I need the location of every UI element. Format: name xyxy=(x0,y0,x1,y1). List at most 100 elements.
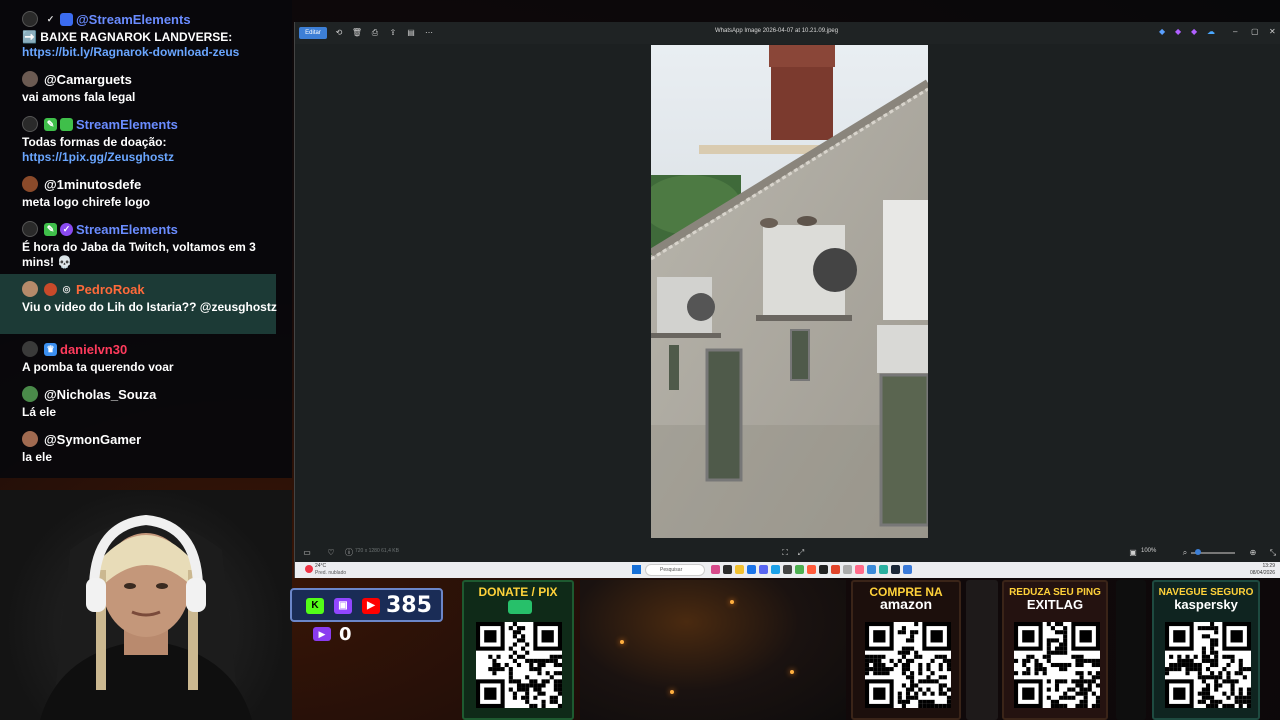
weather-icon[interactable] xyxy=(305,565,313,573)
qr-module xyxy=(901,703,906,708)
zoom-slider-handle[interactable] xyxy=(1195,549,1201,555)
qr-module xyxy=(1246,687,1251,692)
qr-module xyxy=(516,638,522,643)
qr-module xyxy=(901,626,906,631)
obs-icon[interactable] xyxy=(819,565,828,574)
qr-module xyxy=(1034,667,1039,672)
qr-module xyxy=(1222,654,1227,659)
qr-module xyxy=(1238,691,1243,696)
qr-module xyxy=(545,679,550,684)
exitlag-qr-card: REDUZA SEU PING EXITLAG xyxy=(1002,580,1108,720)
fullscreen-icon[interactable]: ⤢ xyxy=(795,547,807,559)
qr-module xyxy=(1169,662,1174,668)
actual-size-icon[interactable]: ▣ xyxy=(1127,547,1139,559)
taskbar-app-icon[interactable] xyxy=(807,565,816,574)
qr-module xyxy=(910,687,915,692)
fit-icon[interactable]: ⛶ xyxy=(779,547,791,559)
qr-module xyxy=(1079,654,1084,659)
qr-module xyxy=(1083,703,1088,708)
taskbar-date[interactable]: 08/04/2026 xyxy=(1250,570,1275,576)
minimize-icon[interactable]: – xyxy=(1233,27,1237,36)
taskbar-app-icon[interactable] xyxy=(867,565,876,574)
qr-module xyxy=(1075,679,1080,684)
qr-module xyxy=(1050,650,1055,655)
more-icon[interactable]: ⋯ xyxy=(423,27,435,39)
rotate-icon[interactable]: ⟲ xyxy=(333,27,345,39)
taskbar-app-icon[interactable] xyxy=(831,565,840,574)
taskbar-time[interactable]: 13:29 xyxy=(1262,563,1275,569)
qr-module xyxy=(516,687,522,692)
qr-module xyxy=(910,675,915,680)
chrome-icon[interactable] xyxy=(795,565,804,574)
discord-icon[interactable] xyxy=(759,565,768,574)
edit-button[interactable]: Editar xyxy=(299,27,327,39)
edge-icon[interactable] xyxy=(771,565,780,574)
taskbar-app-icon[interactable] xyxy=(855,565,864,574)
zoom-level[interactable]: 100% xyxy=(1141,548,1156,554)
qr-module xyxy=(1083,658,1088,663)
maximize-icon[interactable]: ▢ xyxy=(1251,27,1259,36)
delete-icon[interactable]: 🗑 xyxy=(351,27,363,39)
chat-link[interactable]: https://1pix.gg/Zeusghostz xyxy=(22,150,284,165)
app-icon[interactable]: ◆ xyxy=(1159,27,1165,36)
chat-link[interactable]: https://bit.ly/Ragnarok-download-zeus xyxy=(22,45,284,60)
app-icon[interactable]: ◆ xyxy=(1175,27,1181,36)
qr-module xyxy=(926,679,931,684)
filmstrip-icon[interactable]: ▭ xyxy=(301,547,313,559)
qr-module xyxy=(897,699,902,704)
qr-module xyxy=(1071,654,1076,659)
info-icon[interactable]: ⓘ xyxy=(343,547,355,559)
taskbar-search[interactable]: Pesquisar xyxy=(645,564,705,576)
taskbar-app-icon[interactable] xyxy=(783,565,792,574)
taskbar-app-icon[interactable] xyxy=(723,565,732,574)
app-icon[interactable]: ◆ xyxy=(1191,27,1197,36)
folder-icon[interactable] xyxy=(735,565,744,574)
qr-module xyxy=(1046,650,1051,655)
avatar xyxy=(22,281,38,297)
qr-module xyxy=(1214,662,1219,668)
qr-module xyxy=(934,679,939,684)
print-icon[interactable]: ⎙ xyxy=(369,27,381,39)
qr-module xyxy=(910,658,915,663)
qr-module xyxy=(508,626,513,631)
zoom-out-icon[interactable]: ⌕ xyxy=(1179,547,1191,559)
qr-module xyxy=(1054,646,1060,651)
favorite-icon[interactable]: ♡ xyxy=(325,547,337,559)
qr-code xyxy=(476,622,562,708)
qr-module xyxy=(910,638,915,643)
qr-module xyxy=(1238,671,1243,676)
zoom-in-icon[interactable]: ⊕ xyxy=(1247,547,1259,559)
qr-module xyxy=(873,667,878,672)
qr-module xyxy=(1091,658,1096,663)
chat-message: @Camarguets vai amons fala legal xyxy=(22,71,284,105)
qr-module xyxy=(525,691,530,696)
steam-icon[interactable] xyxy=(891,565,900,574)
expand-icon[interactable]: ⤡ xyxy=(1267,547,1279,559)
chat-username: @Nicholas_Souza xyxy=(44,386,157,402)
start-button[interactable] xyxy=(632,565,641,574)
share-icon[interactable]: ⇪ xyxy=(387,27,399,39)
qr-module xyxy=(942,683,947,688)
qr-module xyxy=(905,675,911,680)
qr-module xyxy=(897,658,902,663)
qr-module xyxy=(553,662,558,668)
cloud-icon[interactable]: ☁ xyxy=(1207,27,1215,36)
qr-module xyxy=(885,671,890,676)
chat-text: vai amons fala legal xyxy=(22,90,136,104)
qr-module xyxy=(897,691,902,696)
qr-module xyxy=(1054,703,1060,708)
qr-module xyxy=(521,654,526,659)
qr-module xyxy=(1246,695,1251,700)
taskbar-app-icon[interactable] xyxy=(879,565,888,574)
taskbar-app-icon[interactable] xyxy=(843,565,852,574)
qr-module xyxy=(492,667,497,672)
photos-icon[interactable] xyxy=(903,565,912,574)
qr-module xyxy=(1214,626,1219,631)
taskbar-app-icon[interactable] xyxy=(711,565,720,574)
taskbar-app-icon[interactable] xyxy=(747,565,756,574)
qr-module xyxy=(1181,658,1186,663)
displayed-photo[interactable] xyxy=(651,45,928,538)
close-icon[interactable]: ✕ xyxy=(1269,27,1276,36)
info-icon[interactable]: ▤ xyxy=(405,27,417,39)
qr-module xyxy=(1214,642,1219,647)
